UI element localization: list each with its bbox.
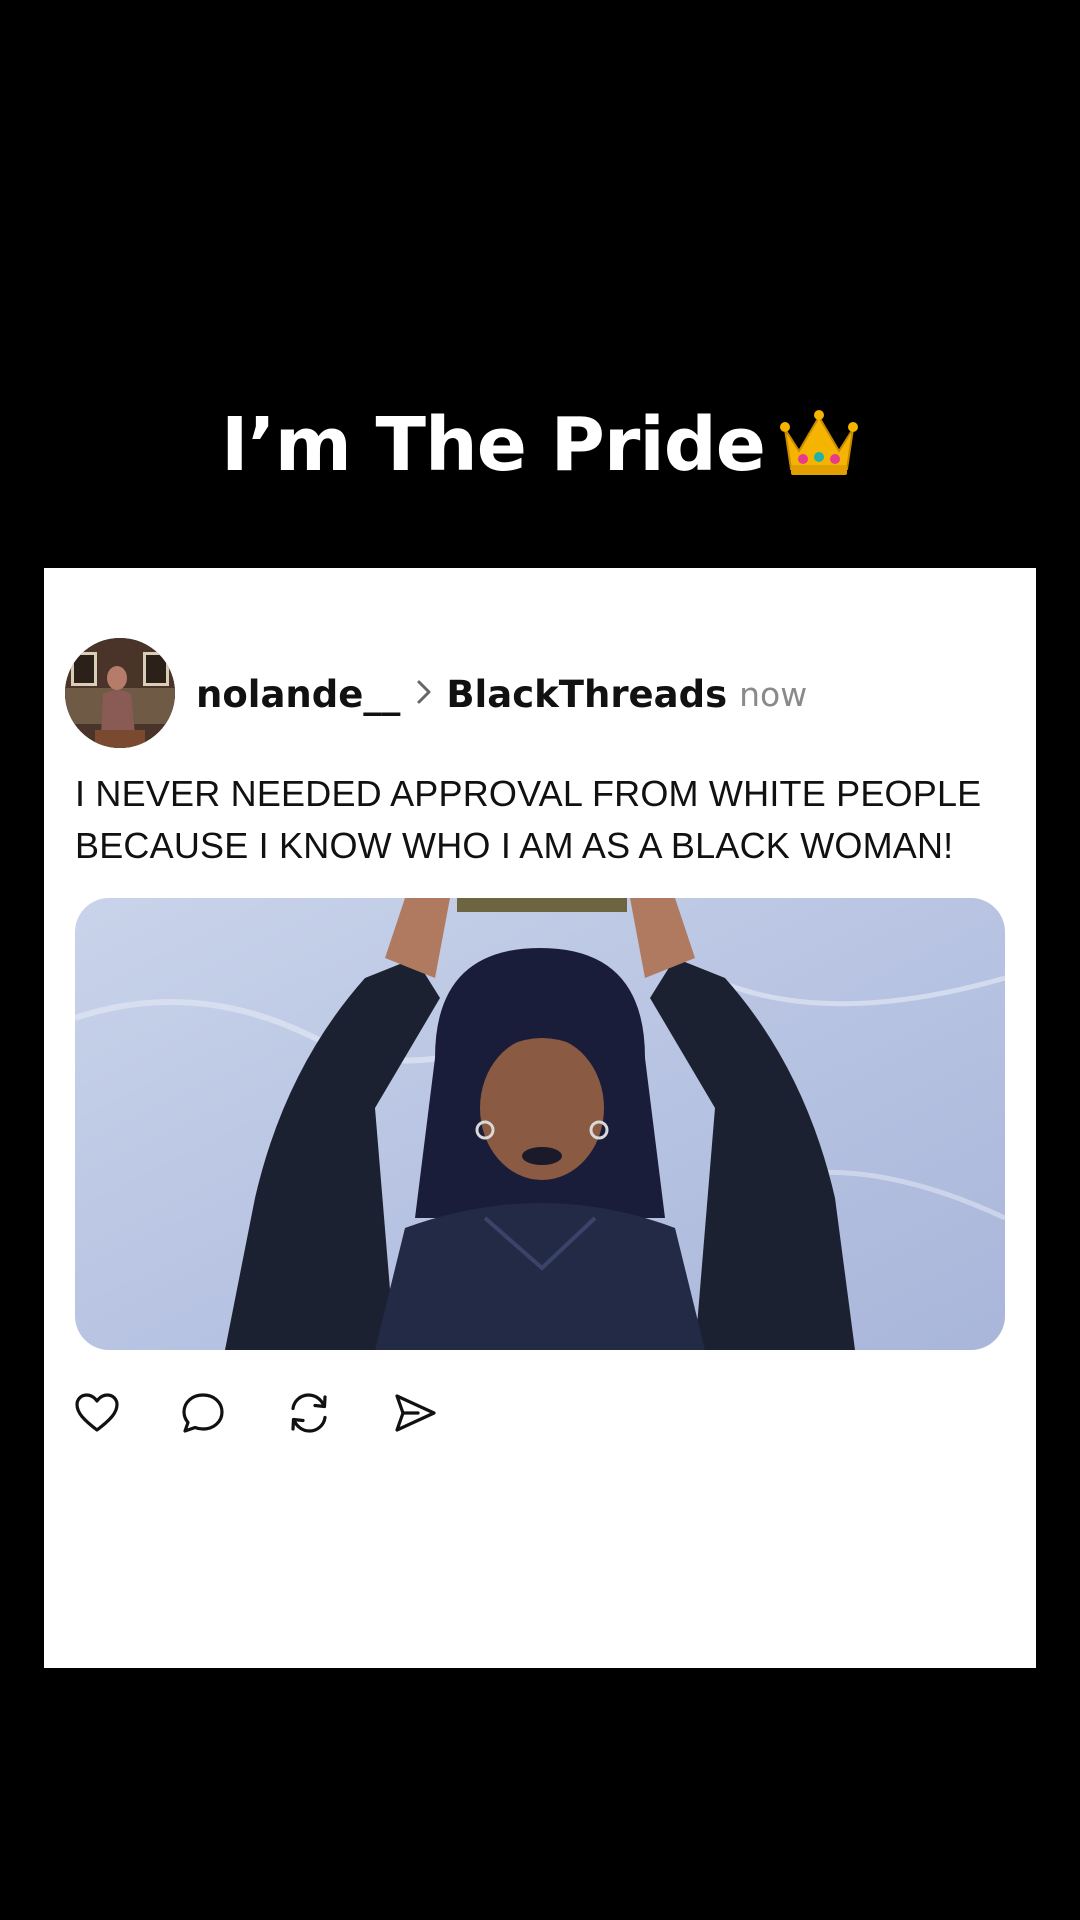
caption-text: I’m The Pride (221, 402, 766, 488)
share-button[interactable] (390, 1390, 440, 1440)
username-link[interactable]: nolande__ (196, 673, 400, 716)
post-actions-bar (72, 1388, 496, 1442)
heart-icon (74, 1392, 120, 1439)
avatar[interactable] (65, 638, 175, 748)
like-button[interactable] (72, 1390, 122, 1440)
chevron-right-icon (416, 679, 432, 710)
speech-bubble-icon (180, 1391, 226, 1440)
post-timestamp: now (739, 674, 808, 714)
comment-button[interactable] (178, 1390, 228, 1440)
repost-arrows-icon (286, 1390, 332, 1441)
community-link[interactable]: BlackThreads (446, 673, 727, 716)
post-header: nolande__ BlackThreads now (196, 666, 807, 722)
crown-icon (779, 407, 859, 479)
post-image[interactable] (75, 898, 1005, 1350)
video-caption-title: I’m The Pride (0, 400, 1080, 490)
post-body-text: I NEVER NEEDED APPROVAL FROM WHITE PEOPL… (75, 773, 982, 866)
repost-button[interactable] (284, 1390, 334, 1440)
post-card: nolande__ BlackThreads now I NEVER NEEDE… (44, 568, 1036, 1668)
paper-plane-icon (392, 1392, 438, 1439)
